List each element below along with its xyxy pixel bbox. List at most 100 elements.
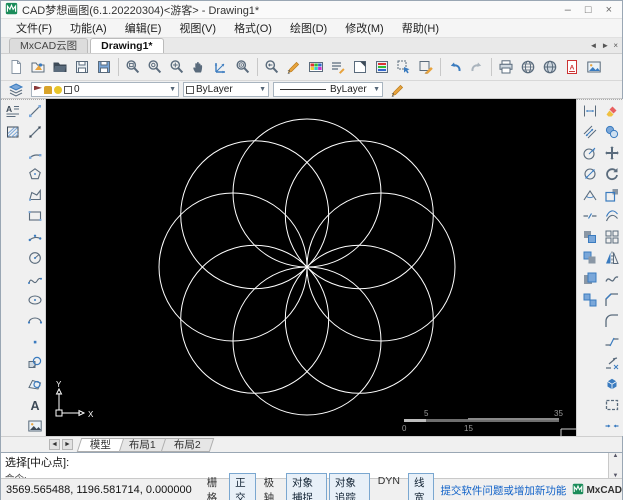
select-object-icon[interactable] xyxy=(393,56,415,78)
zoom-window-icon[interactable] xyxy=(122,56,144,78)
command-scrollbar[interactable]: ▲ ▼ xyxy=(608,453,622,479)
undo-icon[interactable] xyxy=(444,56,466,78)
arc-icon[interactable] xyxy=(25,144,44,162)
maximize-icon[interactable]: □ xyxy=(585,2,592,18)
doc-tab-1[interactable]: Drawing1* xyxy=(90,38,164,53)
fillet-icon[interactable] xyxy=(602,312,621,330)
layout-tab-2[interactable]: 布局2 xyxy=(160,437,214,452)
text-style-lines-icon[interactable] xyxy=(327,56,349,78)
status-toggle-5[interactable]: DYN xyxy=(372,473,406,500)
copy-clip-icon[interactable] xyxy=(580,228,599,246)
mirror-icon[interactable] xyxy=(602,249,621,267)
paste-clip-icon[interactable] xyxy=(580,270,599,288)
redo-icon[interactable] xyxy=(466,56,488,78)
break-icon[interactable] xyxy=(602,333,621,351)
cut-clip-icon[interactable] xyxy=(580,249,599,267)
zoom-dynamic-icon[interactable] xyxy=(144,56,166,78)
print-icon[interactable] xyxy=(495,56,517,78)
menu-item-6[interactable]: 修改(M) xyxy=(336,18,393,38)
draw-order-icon[interactable]: 2 xyxy=(387,79,409,101)
menu-item-7[interactable]: 帮助(H) xyxy=(393,18,448,38)
layout-next-icon[interactable]: ► xyxy=(62,439,73,450)
status-toggle-0[interactable]: 栅格 xyxy=(201,473,227,500)
menu-item-2[interactable]: 编辑(E) xyxy=(116,18,171,38)
arc-3point-icon[interactable] xyxy=(25,228,44,246)
dim-aligned-icon[interactable] xyxy=(580,123,599,141)
dim-diameter-icon[interactable] xyxy=(580,165,599,183)
pan-icon[interactable] xyxy=(188,56,210,78)
zoom-extents-icon[interactable] xyxy=(166,56,188,78)
status-toggle-3[interactable]: 对象捕捉 xyxy=(286,473,327,500)
polyline-icon[interactable] xyxy=(25,186,44,204)
linetype-select[interactable]: ByLayer ▼ xyxy=(273,82,383,97)
insert-image-icon[interactable] xyxy=(583,56,605,78)
region-icon[interactable] xyxy=(602,396,621,414)
page-setup-icon[interactable] xyxy=(349,56,371,78)
drawing-canvas[interactable]: Y X 5 35 0 15 xyxy=(46,99,576,436)
array-icon[interactable] xyxy=(602,228,621,246)
zoom-previous-icon[interactable] xyxy=(261,56,283,78)
ellipse-arc-icon[interactable] xyxy=(25,312,44,330)
tab-scroll-left-icon[interactable]: ◄ xyxy=(589,41,597,50)
scroll-up-icon[interactable]: ▲ xyxy=(613,453,619,459)
color-select[interactable]: ByLayer ▼ xyxy=(183,82,269,97)
menu-item-1[interactable]: 功能(A) xyxy=(61,18,116,38)
tab-scroll-right-icon[interactable]: ► xyxy=(601,41,609,50)
save-icon[interactable] xyxy=(71,56,93,78)
chamfer-icon[interactable] xyxy=(602,291,621,309)
single-text-icon[interactable]: A xyxy=(25,396,44,414)
ucs-axes-icon[interactable] xyxy=(210,56,232,78)
construction-line-icon[interactable] xyxy=(25,123,44,141)
point-icon[interactable] xyxy=(25,333,44,351)
rotate-icon[interactable] xyxy=(602,165,621,183)
offset-icon[interactable] xyxy=(602,207,621,225)
layout-tab-0[interactable]: 模型 xyxy=(76,437,125,452)
edit-brush-icon[interactable] xyxy=(415,56,437,78)
erase-icon[interactable] xyxy=(602,102,621,120)
close-icon[interactable]: × xyxy=(606,2,612,18)
scale-icon[interactable] xyxy=(602,186,621,204)
raster-image-icon[interactable] xyxy=(25,417,44,435)
status-toggle-1[interactable]: 正交 xyxy=(229,473,256,500)
dim-angular-icon[interactable] xyxy=(580,186,599,204)
polygon-icon[interactable] xyxy=(25,165,44,183)
minimize-icon[interactable]: – xyxy=(565,2,571,18)
solid-3d-icon[interactable] xyxy=(602,375,621,393)
wipeout-icon[interactable] xyxy=(25,375,44,393)
edit-spline-icon[interactable] xyxy=(602,270,621,288)
dim-break-icon[interactable] xyxy=(580,207,599,225)
zoom-circle-icon[interactable] xyxy=(232,56,254,78)
menu-item-3[interactable]: 视图(V) xyxy=(170,18,225,38)
rectangle-icon[interactable] xyxy=(25,207,44,225)
move-icon[interactable] xyxy=(602,144,621,162)
web-cloud-icon[interactable] xyxy=(539,56,561,78)
dim-linear-icon[interactable] xyxy=(580,102,599,120)
layer-manager-icon[interactable] xyxy=(5,79,27,101)
paste-block-icon[interactable] xyxy=(580,291,599,309)
menu-item-5[interactable]: 绘图(D) xyxy=(281,18,336,38)
color-palette-icon[interactable] xyxy=(305,56,327,78)
open-drawing-icon[interactable] xyxy=(27,56,49,78)
feedback-link[interactable]: 提交软件问题或增加新功能 xyxy=(440,483,566,498)
menu-item-4[interactable]: 格式(O) xyxy=(225,18,281,38)
join-icon[interactable] xyxy=(602,417,621,435)
spline-icon[interactable] xyxy=(25,270,44,288)
explode-icon[interactable] xyxy=(602,354,621,372)
draw-pencil-icon[interactable]: 2 xyxy=(283,56,305,78)
doc-tab-0[interactable]: MxCAD云图 xyxy=(9,38,89,53)
status-toggle-2[interactable]: 极轴 xyxy=(258,473,284,500)
new-file-icon[interactable] xyxy=(5,56,27,78)
dim-radius-icon[interactable] xyxy=(580,144,599,162)
line-icon[interactable] xyxy=(25,102,44,120)
save-as-icon[interactable] xyxy=(93,56,115,78)
tab-close-icon[interactable]: × xyxy=(613,41,618,50)
status-toggle-6[interactable]: 线宽 xyxy=(407,473,435,500)
save-style-icon[interactable] xyxy=(371,56,393,78)
status-toggle-4[interactable]: 对象追踪 xyxy=(328,473,370,500)
copy-icon[interactable] xyxy=(602,123,621,141)
layout-prev-icon[interactable]: ◄ xyxy=(49,439,60,450)
open-folder-icon[interactable] xyxy=(49,56,71,78)
web-publish-icon[interactable] xyxy=(517,56,539,78)
layer-select[interactable]: 0 ▼ xyxy=(31,82,179,97)
hatch-icon[interactable] xyxy=(3,123,22,141)
